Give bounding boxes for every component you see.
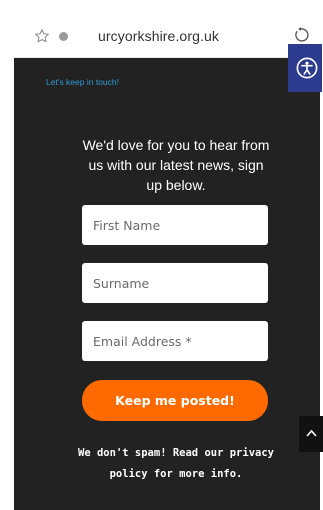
- signup-intro-text: We'd love for you to hear from us with o…: [82, 137, 270, 193]
- email-input[interactable]: [82, 321, 268, 361]
- url-text[interactable]: urcyorkshire.org.uk: [98, 28, 219, 44]
- surname-input[interactable]: [82, 263, 268, 303]
- star-icon[interactable]: [34, 28, 50, 44]
- info-icon[interactable]: [59, 32, 68, 41]
- accessibility-icon: [296, 57, 318, 79]
- chevron-up-icon: [306, 429, 317, 437]
- keep-me-posted-button[interactable]: Keep me posted!: [82, 380, 268, 421]
- browser-url-bar: urcyorkshire.org.uk: [14, 0, 320, 58]
- newsletter-section: Let's keep in touch! We'd love for you t…: [14, 58, 323, 510]
- left-frame-edge: [0, 0, 14, 510]
- accessibility-button[interactable]: [288, 44, 322, 92]
- back-to-top-button[interactable]: [299, 416, 323, 452]
- section-heading: Let's keep in touch!: [46, 77, 119, 87]
- first-name-input[interactable]: [82, 205, 268, 245]
- spam-notice: We don't spam! Read our privacy policy f…: [78, 447, 274, 480]
- reload-icon[interactable]: [292, 26, 310, 44]
